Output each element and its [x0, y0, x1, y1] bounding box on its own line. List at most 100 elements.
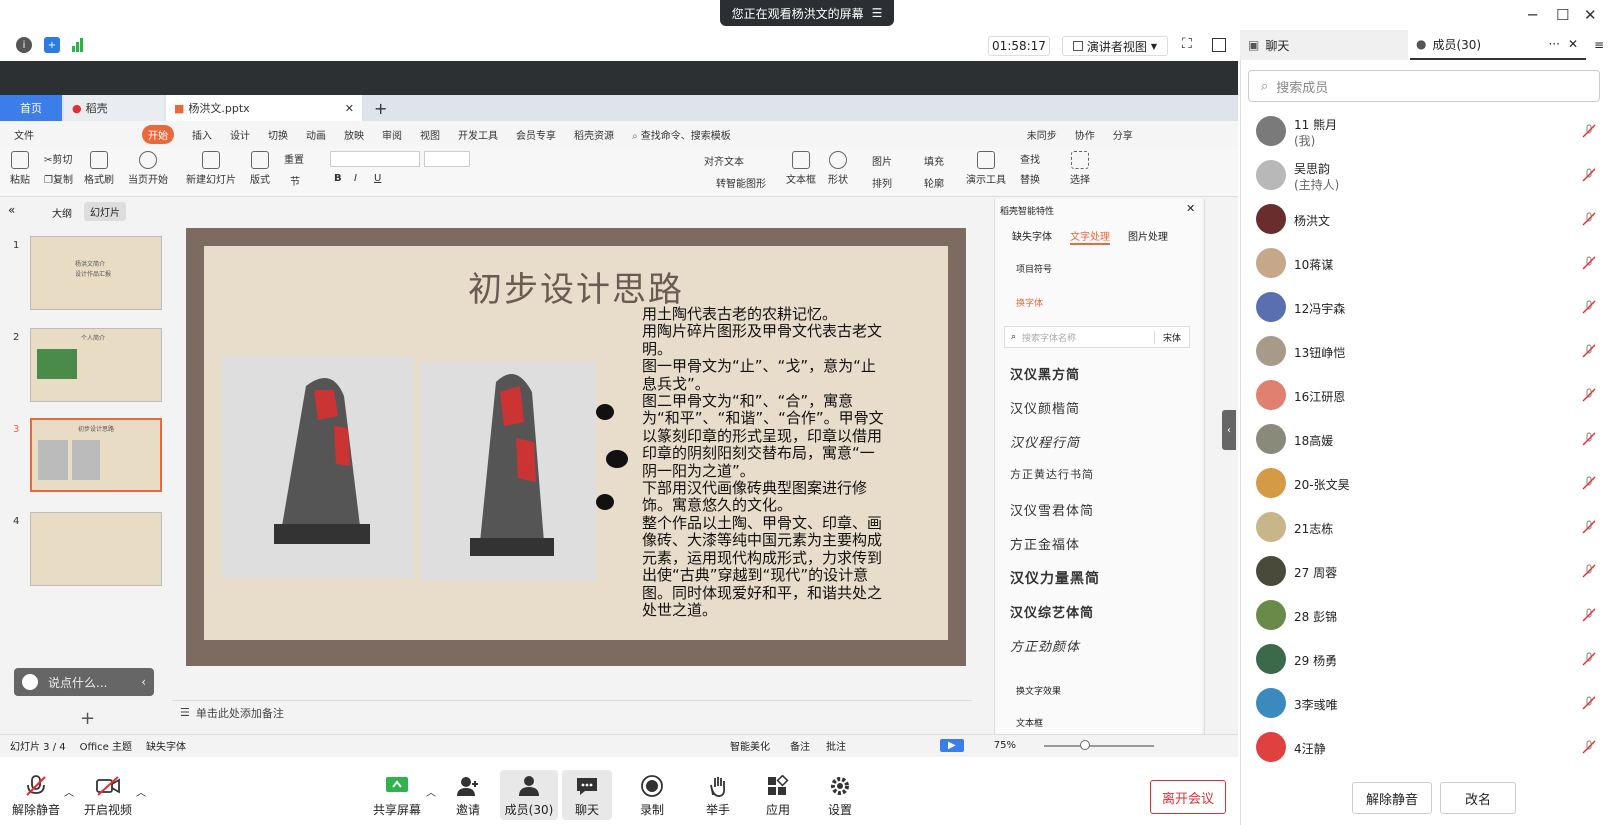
copy-button[interactable]: ❐复制 [44, 171, 73, 186]
oracle-seal-image-2[interactable] [420, 362, 596, 580]
menu-item-slideshow[interactable]: 放映 [344, 127, 364, 142]
network-signal-icon[interactable] [72, 38, 83, 52]
mic-muted-icon[interactable] [1582, 300, 1596, 314]
font-option[interactable]: 汉仪程行简 [1010, 432, 1080, 451]
slide-thumbnail[interactable]: 杨洪文简介 设计作品汇报 [30, 236, 162, 310]
underline-icon[interactable]: U [374, 173, 381, 184]
smart-graphic-button[interactable]: 转智能图形 [716, 175, 766, 190]
add-slide-icon[interactable]: + [80, 708, 95, 729]
bold-icon[interactable]: B [334, 173, 342, 184]
mic-muted-icon[interactable] [1582, 652, 1596, 666]
mic-muted-icon[interactable] [1582, 124, 1596, 138]
menu-item-resources[interactable]: 稻壳资源 [574, 127, 614, 142]
mic-muted-icon[interactable] [1582, 344, 1596, 358]
font-option[interactable]: 方正金福体 [1010, 534, 1080, 553]
slide-body-text[interactable]: 用土陶代表古老的农耕记忆。 用陶片碎片图形及甲骨文代表古老文明。 图一甲骨文为“… [642, 305, 886, 619]
font-option[interactable]: 方正劲颜体 [1010, 636, 1080, 655]
member-row[interactable]: 吴思韵 (主持人) [1240, 154, 1614, 198]
chevron-left-icon[interactable]: ‹ [141, 675, 146, 689]
member-row[interactable]: 11 熊月 (我) [1240, 110, 1614, 154]
slide-title[interactable]: 初步设计思路 [468, 262, 684, 311]
missing-font-status[interactable]: 缺失字体 [146, 738, 186, 753]
more-icon[interactable]: ··· [1548, 37, 1559, 51]
font-size-select[interactable] [424, 151, 470, 167]
section-button[interactable]: 节 [290, 173, 300, 188]
chat-button[interactable]: 聊天 [562, 770, 612, 820]
select-button[interactable]: 选择 [1070, 151, 1090, 186]
zoom-slider[interactable] [1043, 739, 1154, 750]
play-icon[interactable]: ▶ [940, 739, 964, 752]
share-button[interactable]: 分享 [1113, 127, 1133, 142]
raise-hand-button[interactable]: 举手 [696, 775, 740, 818]
invite-button[interactable]: 邀请 [446, 775, 490, 818]
menu-item-view[interactable]: 视图 [420, 127, 440, 142]
sidebar-toggle-icon[interactable] [1212, 38, 1226, 52]
chevron-up-icon[interactable]: ︿ [136, 784, 146, 799]
tab-daoke[interactable]: ● 稻壳 [64, 95, 164, 121]
collapse-chevron-icon[interactable]: ‹ [1222, 410, 1236, 450]
notes-area[interactable]: ☰ 单击此处添加备注 [172, 700, 972, 724]
mic-muted-icon[interactable] [1582, 520, 1596, 534]
share-screen-button[interactable]: 共享屏幕 [372, 775, 422, 818]
menu-item-start[interactable]: 开始 [142, 124, 174, 144]
chat-input-bubble[interactable]: 说点什么... ‹ [14, 668, 154, 696]
paste-button[interactable]: 粘贴 [10, 151, 30, 186]
beautify-button[interactable]: 智能美化 [730, 738, 770, 753]
menu-icon[interactable]: ≡ [1594, 38, 1604, 52]
mic-muted-icon[interactable] [1582, 696, 1596, 710]
member-row[interactable]: 10蒋谋 [1240, 242, 1614, 286]
menu-item-design[interactable]: 设计 [230, 127, 250, 142]
change-font-item[interactable]: 换字体 [1016, 296, 1043, 309]
panel-tab-image[interactable]: 图片处理 [1128, 228, 1168, 243]
textbox-item[interactable]: 文本框 [1016, 716, 1043, 729]
rename-button[interactable]: 改名 [1440, 782, 1516, 814]
font-search-input[interactable]: ⌕ 搜索字体名称 宋体 [1004, 326, 1190, 348]
view-mode-dropdown[interactable]: 演讲者视图 ▼ [1062, 36, 1168, 56]
collapse-pane-icon[interactable]: « [8, 203, 15, 217]
side-tab-members[interactable]: ● 成员(30) ··· ✕ [1410, 30, 1586, 60]
start-video-button[interactable]: 开启视频 [84, 775, 132, 818]
tab-slides[interactable]: 幻灯片 [84, 202, 126, 221]
sync-status[interactable]: 未同步 [1027, 127, 1057, 142]
mic-muted-icon[interactable] [1582, 432, 1596, 446]
tab-file[interactable]: ■ 杨洪文.pptx ✕ [166, 95, 362, 121]
mic-muted-icon[interactable] [1582, 476, 1596, 490]
fill-button[interactable]: 填充 [924, 153, 944, 168]
menu-item-file[interactable]: 文件 [14, 127, 34, 142]
member-row[interactable]: 杨洪文 [1240, 198, 1614, 242]
mic-muted-icon[interactable] [1582, 564, 1596, 578]
minimize-icon[interactable]: ─ [1528, 6, 1537, 24]
menu-item-insert[interactable]: 插入 [192, 127, 212, 142]
panel-tab-missing-font[interactable]: 缺失字体 [1012, 228, 1052, 243]
menu-item-review[interactable]: 审阅 [382, 127, 402, 142]
cut-button[interactable]: ✂剪切 [44, 151, 72, 166]
font-option[interactable]: 汉仪颜楷简 [1010, 398, 1080, 417]
member-row[interactable]: 16江研恩 [1240, 374, 1614, 418]
collab-button[interactable]: 协作 [1075, 127, 1095, 142]
find-button[interactable]: 查找 [1020, 151, 1040, 166]
new-slide-button[interactable]: 新建幻灯片 [186, 151, 236, 186]
font-option[interactable]: 汉仪综艺体简 [1010, 602, 1094, 621]
chevron-up-icon[interactable]: ︿ [64, 784, 74, 799]
emoji-icon[interactable] [22, 674, 38, 690]
member-row[interactable]: 27 周蓉 [1240, 550, 1614, 594]
font-family-select[interactable] [330, 151, 420, 167]
mic-muted-icon[interactable] [1582, 608, 1596, 622]
reset-button[interactable]: 重置 [284, 151, 304, 166]
record-button[interactable]: 录制 [630, 775, 674, 818]
font-option[interactable]: 方正黄达行书简 [1010, 466, 1094, 482]
comment-button[interactable]: 批注 [826, 738, 846, 753]
present-tools-button[interactable]: 演示工具 [966, 151, 1006, 186]
tab-outline[interactable]: 大纲 [52, 205, 72, 220]
menu-item-devtools[interactable]: 开发工具 [458, 127, 498, 142]
settings-button[interactable]: 设置 [818, 775, 862, 818]
shape-button[interactable]: 形状 [828, 151, 848, 186]
member-row[interactable]: 3李彧唯 [1240, 682, 1614, 726]
menu-item-transition[interactable]: 切换 [268, 127, 288, 142]
close-panel-icon[interactable]: ✕ [1186, 202, 1195, 215]
mic-muted-icon[interactable] [1582, 388, 1596, 402]
arrange-button[interactable]: 排列 [872, 175, 892, 190]
member-row[interactable]: 20-张文昊 [1240, 462, 1614, 506]
textbox-button[interactable]: 文本框 [786, 151, 816, 186]
zoom-level[interactable]: 75% [994, 740, 1016, 751]
